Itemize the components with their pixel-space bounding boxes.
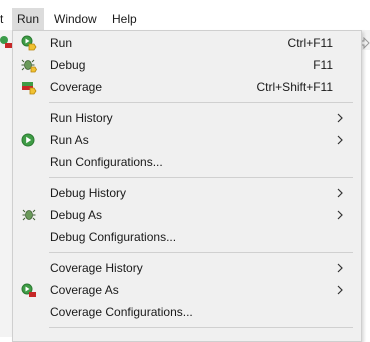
menu-item-coverage-history[interactable]: Coverage History	[13, 257, 361, 279]
menu-item-coverage[interactable]: Coverage Ctrl+Shift+F11	[13, 76, 361, 98]
coverage-as-icon	[21, 282, 37, 298]
coverage-icon	[21, 79, 37, 95]
menu-item-debug-configurations[interactable]: Debug Configurations...	[13, 226, 361, 248]
debug-bug-icon	[21, 57, 37, 73]
menu-item-debug[interactable]: Debug F11	[13, 54, 361, 76]
menu-separator	[49, 177, 353, 178]
menu-item-coverage-shortcut: Ctrl+Shift+F11	[256, 80, 333, 94]
menu-item-debug-label: Debug	[50, 58, 86, 72]
menu-item-run-configurations-label: Run Configurations...	[50, 155, 163, 169]
submenu-arrow-icon	[333, 186, 347, 200]
submenu-arrow-icon	[333, 133, 347, 147]
menu-run[interactable]: Run	[12, 8, 44, 30]
menu-item-debug-history[interactable]: Debug History	[13, 182, 361, 204]
menu-item-debug-shortcut: F11	[313, 58, 333, 72]
submenu-arrow-icon	[333, 111, 347, 125]
menu-item-debug-configurations-label: Debug Configurations...	[50, 230, 177, 244]
menu-item-run[interactable]: Run Ctrl+F11	[13, 32, 361, 54]
menu-item-debug-history-label: Debug History	[50, 186, 127, 200]
menu-help-label: Help	[112, 12, 137, 26]
menu-edit-partial[interactable]: t	[0, 8, 10, 30]
menu-separator	[49, 252, 353, 253]
editor-edge	[0, 50, 12, 337]
menu-bar: t Run Window Help	[0, 8, 370, 30]
menu-separator	[49, 327, 353, 328]
submenu-arrow-icon	[333, 283, 347, 297]
menu-window-label: Window	[54, 12, 97, 26]
run-menu-dropdown: Run Ctrl+F11 Debug F11 Coverage Ctrl+Shi…	[12, 30, 362, 342]
menu-separator	[49, 102, 353, 103]
submenu-arrow-icon	[333, 261, 347, 275]
menu-item-run-history-label: Run History	[50, 111, 113, 125]
menu-item-run-shortcut: Ctrl+F11	[287, 36, 333, 50]
menu-item-run-as-label: Run As	[50, 133, 89, 147]
menu-item-coverage-as-label: Coverage As	[50, 283, 119, 297]
menu-item-coverage-as[interactable]: Coverage As	[13, 279, 361, 301]
submenu-arrow-icon	[333, 208, 347, 222]
menu-edit-label: t	[0, 12, 4, 26]
menu-run-label: Run	[16, 12, 39, 26]
menu-item-coverage-configurations-label: Coverage Configurations...	[50, 305, 193, 319]
menu-item-run-label: Run	[50, 36, 73, 50]
menu-item-debug-as-label: Debug As	[50, 208, 103, 222]
debug-bug-icon	[21, 207, 37, 223]
menu-window[interactable]: Window	[54, 8, 97, 30]
menu-item-coverage-configurations[interactable]: Coverage Configurations...	[13, 301, 361, 323]
run-launch-icon	[21, 35, 37, 51]
menu-item-debug-as[interactable]: Debug As	[13, 204, 361, 226]
menu-item-coverage-label: Coverage	[50, 80, 103, 94]
menu-item-coverage-history-label: Coverage History	[50, 261, 143, 275]
run-circle-icon	[21, 132, 37, 148]
menu-item-run-as[interactable]: Run As	[13, 129, 361, 151]
menu-item-run-configurations[interactable]: Run Configurations...	[13, 151, 361, 173]
toolbar-tool-icon[interactable]	[0, 35, 12, 49]
menu-help[interactable]: Help	[112, 8, 137, 30]
menu-item-run-history[interactable]: Run History	[13, 107, 361, 129]
